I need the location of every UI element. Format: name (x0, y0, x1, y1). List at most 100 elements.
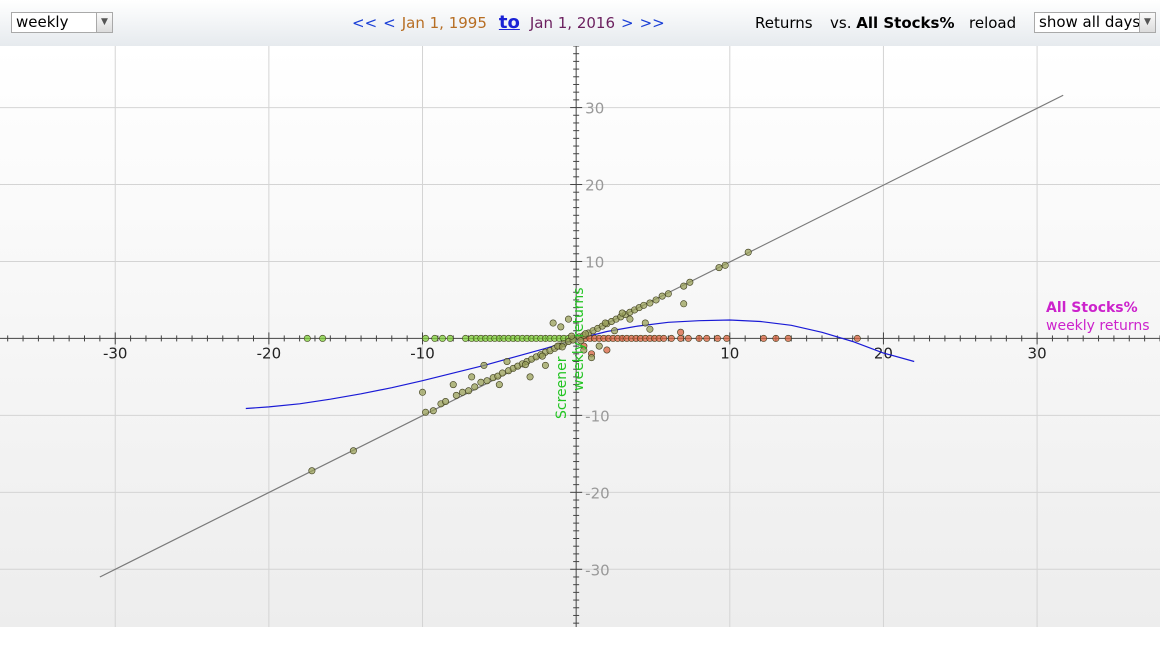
date-from[interactable]: Jan 1, 1995 (402, 14, 487, 32)
dropdown-arrow-icon: ▼ (1139, 13, 1155, 32)
data-point-benchmark-only (677, 334, 685, 342)
y-axis-subtitle: weekly returns (571, 287, 587, 391)
y-tick-label: -10 (585, 407, 610, 425)
data-point (646, 299, 654, 307)
y-tick-label: 30 (585, 100, 604, 118)
data-point (680, 282, 688, 290)
to-link[interactable]: to (499, 12, 520, 33)
data-point (686, 278, 694, 286)
nav-next-button[interactable]: > (621, 14, 634, 32)
data-point (744, 248, 752, 256)
benchmark-name[interactable]: All Stocks% (856, 14, 954, 32)
toolbar: weekly ▼ << < Jan 1, 1995 to Jan 1, 2016 > >> … (0, 0, 1160, 47)
y-axis-title: Screener (554, 356, 570, 419)
period-select-value: weekly (16, 13, 69, 31)
data-point (526, 373, 534, 381)
x-axis-title: All Stocks% (1046, 300, 1138, 316)
data-point (422, 408, 430, 416)
data-point-screener-only (422, 334, 430, 342)
data-point-screener-only (446, 334, 454, 342)
data-point (541, 361, 549, 369)
data-point (658, 292, 666, 300)
data-point (680, 300, 688, 308)
data-point (480, 361, 488, 369)
data-point-benchmark-only (760, 334, 768, 342)
x-axis-subtitle: weekly returns (1046, 318, 1150, 334)
scatter-plot-area: -30 -20 -10 10 20 30 30 20 10 -10 -20 -30 All Stock… (0, 45, 1160, 627)
data-point (349, 447, 357, 455)
data-point (308, 467, 316, 475)
reload-link[interactable]: reload (969, 13, 1016, 33)
data-point-benchmark-only (660, 334, 668, 342)
y-tick-label: 10 (585, 253, 604, 271)
data-point (715, 264, 723, 272)
data-point (652, 296, 660, 304)
data-point (618, 309, 626, 317)
data-point (471, 383, 479, 391)
data-point (549, 319, 557, 327)
data-point (558, 343, 566, 351)
data-point-benchmark-only (684, 334, 692, 342)
data-point-screener-only (438, 334, 446, 342)
data-point (468, 373, 476, 381)
data-point (503, 358, 511, 366)
data-point (521, 361, 529, 369)
data-point (595, 342, 603, 350)
data-point-screener-only (462, 334, 470, 342)
x-tick-label: 10 (720, 344, 739, 362)
returns-label: Returns (755, 14, 813, 32)
data-point-screener-only (303, 334, 311, 342)
data-point (458, 388, 466, 396)
date-navigation: << < Jan 1, 1995 to Jan 1, 2016 > >> (352, 13, 671, 33)
data-point-benchmark-only (772, 334, 780, 342)
benchmark-compare[interactable]: vs. All Stocks% (830, 13, 954, 33)
days-select[interactable]: show all days ▼ (1034, 12, 1156, 33)
data-point (626, 315, 634, 323)
vs-label: vs. (830, 14, 852, 32)
data-point (449, 381, 457, 389)
data-point (557, 323, 565, 331)
data-point (452, 391, 460, 399)
x-tick-label: -30 (103, 344, 128, 362)
y-tick-label: -20 (585, 484, 610, 502)
data-point (498, 369, 506, 377)
dropdown-arrow-icon: ▼ (96, 13, 112, 32)
x-tick-label: 30 (1028, 344, 1047, 362)
data-point-benchmark-only (603, 346, 611, 354)
data-point (664, 290, 672, 298)
data-point-benchmark-only (677, 328, 685, 336)
data-point (601, 319, 609, 327)
data-point (477, 378, 485, 386)
scatter-chart: -30 -20 -10 10 20 30302010-10-20-30 All Stock… (0, 45, 1160, 627)
data-point (588, 354, 596, 362)
x-tick-label: -10 (410, 344, 435, 362)
data-point (419, 388, 427, 396)
data-point (465, 387, 473, 395)
days-select-value: show all days (1039, 13, 1141, 31)
nav-last-button[interactable]: >> (640, 14, 665, 32)
data-point (640, 301, 648, 309)
nav-first-button[interactable]: << (352, 14, 377, 32)
data-point (442, 398, 450, 406)
data-point (538, 352, 546, 360)
date-to[interactable]: Jan 1, 2016 (530, 14, 615, 32)
data-point-benchmark-only (703, 334, 711, 342)
x-tick-label: -20 (257, 344, 282, 362)
data-point-benchmark-only (853, 334, 861, 342)
data-point-benchmark-only (784, 334, 792, 342)
data-point-benchmark-only (695, 334, 703, 342)
data-point (429, 407, 437, 415)
data-point (646, 325, 654, 333)
data-point-screener-only (319, 334, 327, 342)
y-tick-label: 20 (585, 177, 604, 195)
data-point (611, 327, 619, 335)
data-point-screener-only (431, 334, 439, 342)
data-point (721, 261, 729, 269)
data-point (495, 381, 503, 389)
y-tick-label: -30 (585, 561, 610, 579)
nav-prev-button[interactable]: < (383, 14, 396, 32)
data-point-benchmark-only (714, 334, 722, 342)
period-select[interactable]: weekly ▼ (11, 12, 113, 33)
data-point-benchmark-only (723, 334, 731, 342)
data-point-benchmark-only (667, 334, 675, 342)
